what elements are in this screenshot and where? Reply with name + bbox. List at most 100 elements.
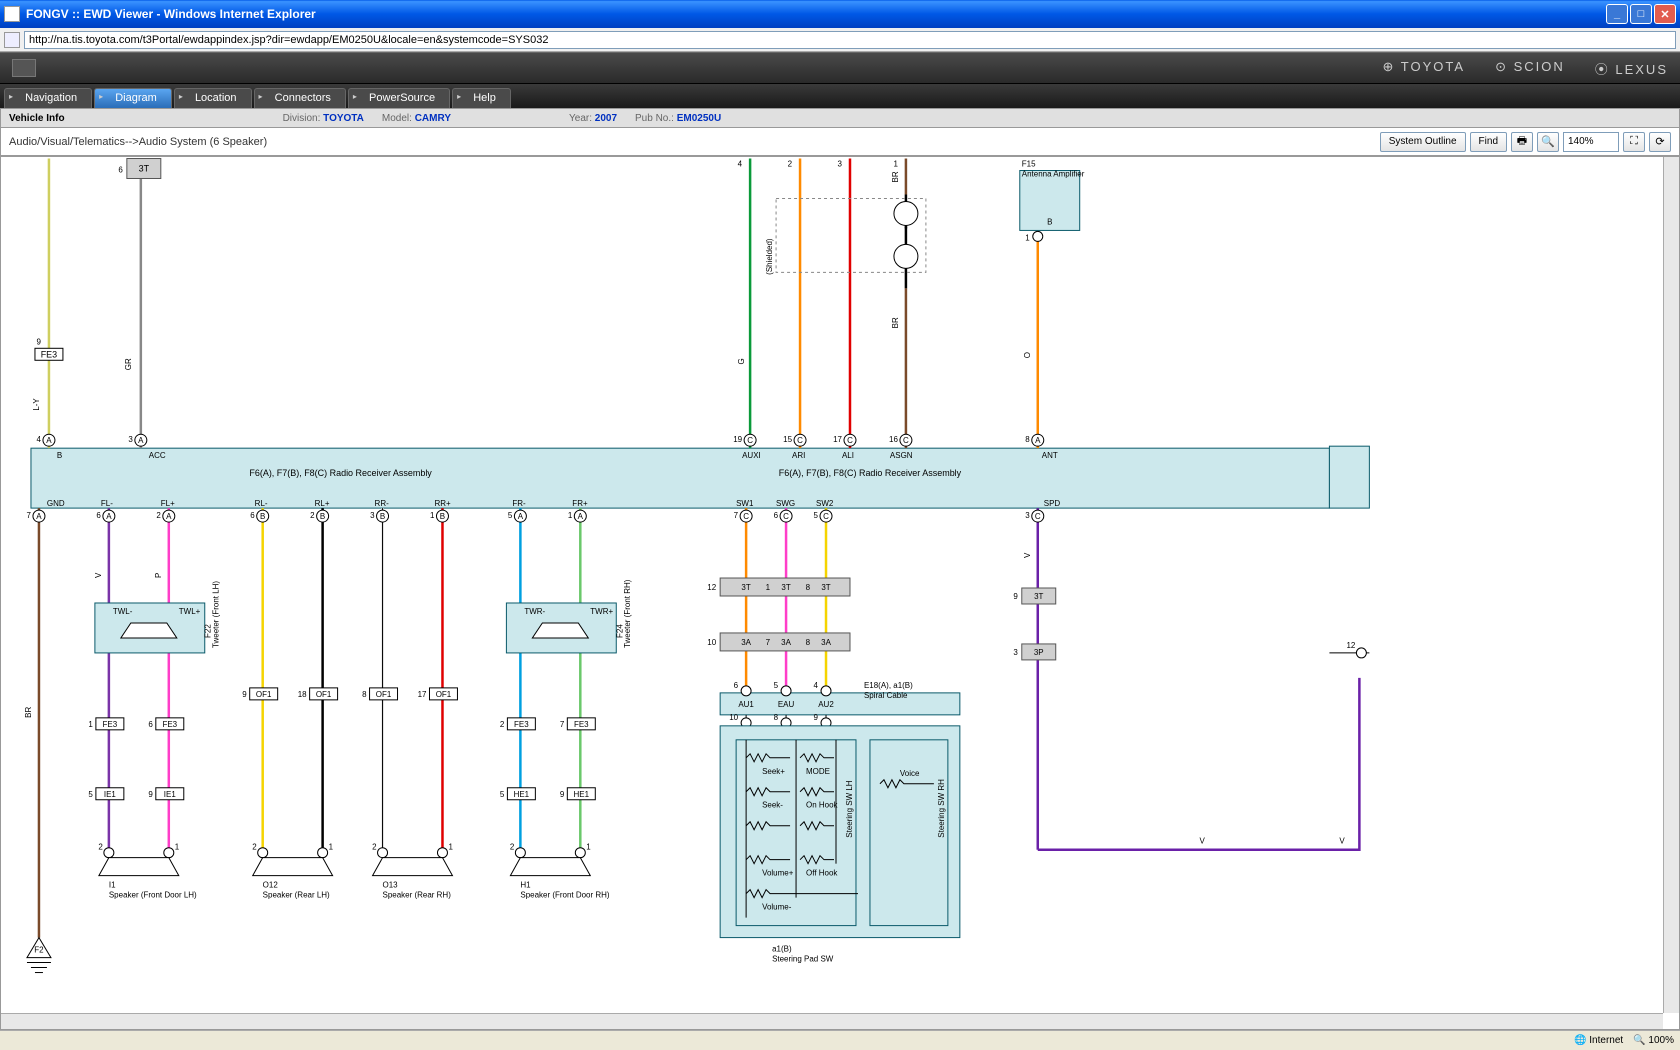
find-button[interactable]: Find	[1470, 132, 1507, 152]
tab-diagram[interactable]: ▸ Diagram	[94, 88, 172, 108]
svg-text:F2: F2	[34, 946, 44, 955]
svg-text:TWL-: TWL-	[113, 607, 133, 616]
svg-text:MODE: MODE	[806, 767, 830, 776]
diagram-viewport[interactable]: F6(A), F7(B), F8(C) Radio Receiver Assem…	[0, 156, 1680, 1030]
tab-connectors[interactable]: ▸ Connectors	[254, 88, 346, 108]
svg-text:8: 8	[806, 638, 811, 647]
svg-text:Steering SW LH: Steering SW LH	[845, 780, 854, 837]
svg-text:3A: 3A	[741, 638, 751, 647]
svg-text:3T: 3T	[821, 583, 830, 592]
horizontal-scrollbar[interactable]	[1, 1013, 1663, 1029]
svg-text:Seek+: Seek+	[762, 767, 785, 776]
svg-text:9: 9	[814, 713, 819, 722]
svg-text:TWL+: TWL+	[179, 607, 201, 616]
svg-text:A: A	[46, 436, 52, 445]
svg-text:Steering Pad SW: Steering Pad SW	[772, 955, 834, 964]
svg-text:FR+: FR+	[572, 499, 588, 508]
svg-text:Tweeter (Front LH): Tweeter (Front LH)	[212, 581, 221, 648]
svg-text:OF1: OF1	[376, 690, 392, 699]
svg-text:C: C	[847, 436, 853, 445]
svg-text:6: 6	[148, 720, 153, 729]
svg-text:FE3: FE3	[103, 720, 118, 729]
svg-text:5: 5	[814, 511, 819, 520]
svg-text:FE3: FE3	[574, 720, 589, 729]
svg-text:Steering SW RH: Steering SW RH	[937, 779, 946, 838]
svg-text:GND: GND	[47, 499, 65, 508]
tab-help[interactable]: ▸ Help	[452, 88, 511, 108]
svg-text:FE3: FE3	[41, 349, 57, 359]
svg-text:I1: I1	[109, 881, 116, 890]
fit-icon[interactable]: ⛶	[1623, 132, 1645, 152]
minimize-button[interactable]: _	[1606, 4, 1628, 24]
svg-text:1: 1	[568, 511, 573, 520]
svg-text:1: 1	[329, 843, 334, 852]
close-button[interactable]: ✕	[1654, 4, 1676, 24]
svg-text:17: 17	[418, 690, 427, 699]
svg-text:5: 5	[88, 790, 93, 799]
svg-text:1: 1	[586, 843, 591, 852]
tab-location[interactable]: ▸ Location	[174, 88, 252, 108]
svg-text:1: 1	[766, 583, 771, 592]
svg-text:ARI: ARI	[792, 451, 805, 460]
svg-text:10: 10	[707, 638, 716, 647]
tab-navigation[interactable]: ▸ Navigation	[4, 88, 92, 108]
vehicle-info-title: Vehicle Info	[9, 113, 65, 124]
svg-text:3T: 3T	[139, 164, 150, 174]
refresh-icon[interactable]: ⟳	[1649, 132, 1671, 152]
wiring-diagram: F6(A), F7(B), F8(C) Radio Receiver Assem…	[1, 157, 1679, 1029]
svg-text:TWR-: TWR-	[524, 607, 545, 616]
svg-text:RL-: RL-	[255, 499, 268, 508]
breadcrumb: Audio/Visual/Telematics-->Audio System (…	[9, 136, 267, 148]
svg-text:7: 7	[27, 511, 32, 520]
svg-text:RR-: RR-	[375, 499, 390, 508]
svg-text:4: 4	[36, 435, 41, 444]
svg-text:Speaker (Front Door LH): Speaker (Front Door LH)	[109, 891, 197, 900]
svg-text:3T: 3T	[1034, 592, 1043, 601]
app-icon	[4, 6, 20, 22]
svg-text:6: 6	[96, 511, 101, 520]
svg-text:O: O	[1023, 352, 1032, 358]
svg-text:2: 2	[500, 720, 505, 729]
svg-text:Antenna Amplifier: Antenna Amplifier	[1022, 169, 1085, 178]
svg-text:GR: GR	[124, 358, 133, 370]
vertical-scrollbar[interactable]	[1663, 157, 1679, 1013]
zoom-input[interactable]	[1563, 132, 1619, 152]
svg-text:B: B	[57, 451, 62, 460]
svg-text:E18(A), a1(B): E18(A), a1(B)	[864, 681, 913, 690]
url-input[interactable]	[24, 31, 1676, 49]
vehicle-info-bar: Vehicle Info Division: TOYOTA Model: CAM…	[0, 108, 1680, 128]
svg-text:3T: 3T	[741, 583, 750, 592]
svg-text:C: C	[797, 436, 803, 445]
svg-text:F6(A), F7(B), F8(C) Radio Rece: F6(A), F7(B), F8(C) Radio Receiver Assem…	[779, 468, 962, 478]
svg-text:On Hook: On Hook	[806, 801, 838, 810]
svg-text:HE1: HE1	[574, 790, 590, 799]
svg-text:1: 1	[88, 720, 93, 729]
svg-text:EAU: EAU	[778, 700, 795, 709]
svg-text:BR: BR	[24, 707, 33, 718]
system-outline-button[interactable]: System Outline	[1380, 132, 1466, 152]
svg-text:ANT: ANT	[1042, 451, 1058, 460]
maximize-button[interactable]: □	[1630, 4, 1652, 24]
svg-text:HE1: HE1	[514, 790, 530, 799]
svg-text:1: 1	[430, 511, 435, 520]
svg-text:3T: 3T	[781, 583, 790, 592]
svg-text:1: 1	[1025, 233, 1030, 242]
svg-text:ACC: ACC	[149, 451, 166, 460]
svg-text:C: C	[783, 512, 789, 521]
svg-text:IE1: IE1	[104, 790, 117, 799]
svg-text:3: 3	[1025, 511, 1030, 520]
svg-text:SPD: SPD	[1044, 499, 1061, 508]
page-icon	[4, 32, 20, 48]
print-icon[interactable]: 🖶	[1511, 132, 1533, 152]
toyota-logo-icon	[12, 59, 36, 77]
svg-text:H1: H1	[520, 881, 531, 890]
zoom-icon[interactable]: 🔍	[1537, 132, 1559, 152]
svg-text:19: 19	[733, 435, 742, 444]
svg-text:17: 17	[833, 435, 842, 444]
svg-text:2: 2	[98, 843, 103, 852]
svg-text:6: 6	[774, 511, 779, 520]
tab-powersource[interactable]: ▸ PowerSource	[348, 88, 450, 108]
svg-text:G: G	[737, 358, 746, 364]
svg-text:2: 2	[310, 511, 315, 520]
svg-text:RR+: RR+	[434, 499, 451, 508]
